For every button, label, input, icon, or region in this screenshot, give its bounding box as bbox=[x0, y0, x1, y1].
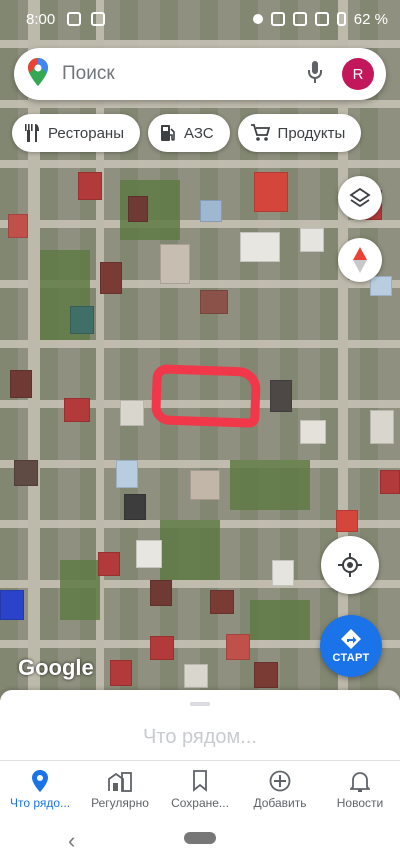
avatar[interactable]: R bbox=[342, 58, 374, 90]
tab-updates[interactable]: Новости bbox=[320, 761, 400, 818]
explore-sheet[interactable]: Что рядом... bbox=[0, 690, 400, 760]
status-time: 8:00 bbox=[26, 10, 56, 28]
start-label: СТАРТ bbox=[332, 652, 370, 664]
status-bar: 8:00 62 % bbox=[0, 0, 400, 38]
tab-commute[interactable]: Регулярно bbox=[80, 761, 160, 818]
search-input[interactable]: Поиск bbox=[62, 63, 308, 85]
location-pin-icon bbox=[32, 769, 48, 792]
tab-saved[interactable]: Сохране... bbox=[160, 761, 240, 818]
sheet-handle[interactable] bbox=[190, 702, 210, 706]
location-icon bbox=[252, 14, 263, 24]
sheet-title: Что рядом... bbox=[143, 726, 257, 748]
chip-groceries[interactable]: Продукты bbox=[237, 114, 362, 152]
tab-label: Добавить bbox=[253, 795, 307, 810]
layers-icon bbox=[349, 187, 371, 208]
wifi-icon bbox=[292, 12, 307, 26]
bookmark-icon bbox=[193, 769, 207, 792]
microphone-icon[interactable] bbox=[308, 60, 322, 88]
notification-icon bbox=[91, 12, 106, 26]
home-pill[interactable] bbox=[184, 832, 216, 844]
bell-icon bbox=[350, 771, 370, 792]
compass-icon bbox=[353, 247, 367, 273]
highlight-marker bbox=[150, 364, 262, 428]
restaurant-icon bbox=[25, 124, 39, 142]
vibrate-icon bbox=[270, 12, 285, 26]
tab-label: Новости bbox=[336, 795, 384, 810]
start-navigation-button[interactable]: СТАРТ bbox=[320, 615, 382, 677]
shopping-cart-icon bbox=[250, 124, 270, 141]
chip-label: АЗС bbox=[183, 124, 214, 142]
maps-pin-logo-icon bbox=[28, 57, 48, 91]
google-attribution: Google bbox=[18, 655, 94, 680]
back-icon[interactable]: ‹ bbox=[68, 828, 75, 854]
compass-button[interactable] bbox=[338, 238, 382, 282]
crosshair-icon bbox=[338, 553, 362, 577]
signal-icon bbox=[314, 12, 329, 26]
instagram-icon bbox=[67, 12, 82, 26]
tab-label: Что рядо... bbox=[9, 795, 71, 810]
satellite-map[interactable] bbox=[0, 0, 400, 700]
tab-contribute[interactable]: Добавить bbox=[240, 761, 320, 818]
tab-explore[interactable]: Что рядо... bbox=[0, 761, 80, 818]
directions-icon bbox=[341, 629, 361, 649]
tab-label: Регулярно bbox=[91, 795, 149, 810]
bottom-navigation: Что рядо... Регулярно Сохране... Добавит… bbox=[0, 760, 400, 818]
commute-icon bbox=[108, 771, 132, 792]
battery-percent: 62 % bbox=[353, 10, 388, 28]
chip-gas-stations[interactable]: АЗС bbox=[147, 114, 230, 152]
search-bar[interactable]: Поиск R bbox=[14, 48, 386, 100]
system-navigation-bar: ‹ bbox=[0, 818, 400, 866]
category-chips: Рестораны АЗС Продукты bbox=[12, 114, 362, 152]
chip-label: Рестораны bbox=[48, 124, 124, 142]
add-circle-icon bbox=[269, 770, 291, 791]
my-location-button[interactable] bbox=[321, 536, 379, 594]
chip-restaurants[interactable]: Рестораны bbox=[12, 114, 140, 152]
battery-icon bbox=[336, 12, 346, 26]
tab-label: Сохране... bbox=[171, 795, 229, 810]
chip-label: Продукты bbox=[277, 124, 346, 142]
gas-station-icon bbox=[160, 125, 175, 141]
layers-button[interactable] bbox=[338, 176, 382, 220]
